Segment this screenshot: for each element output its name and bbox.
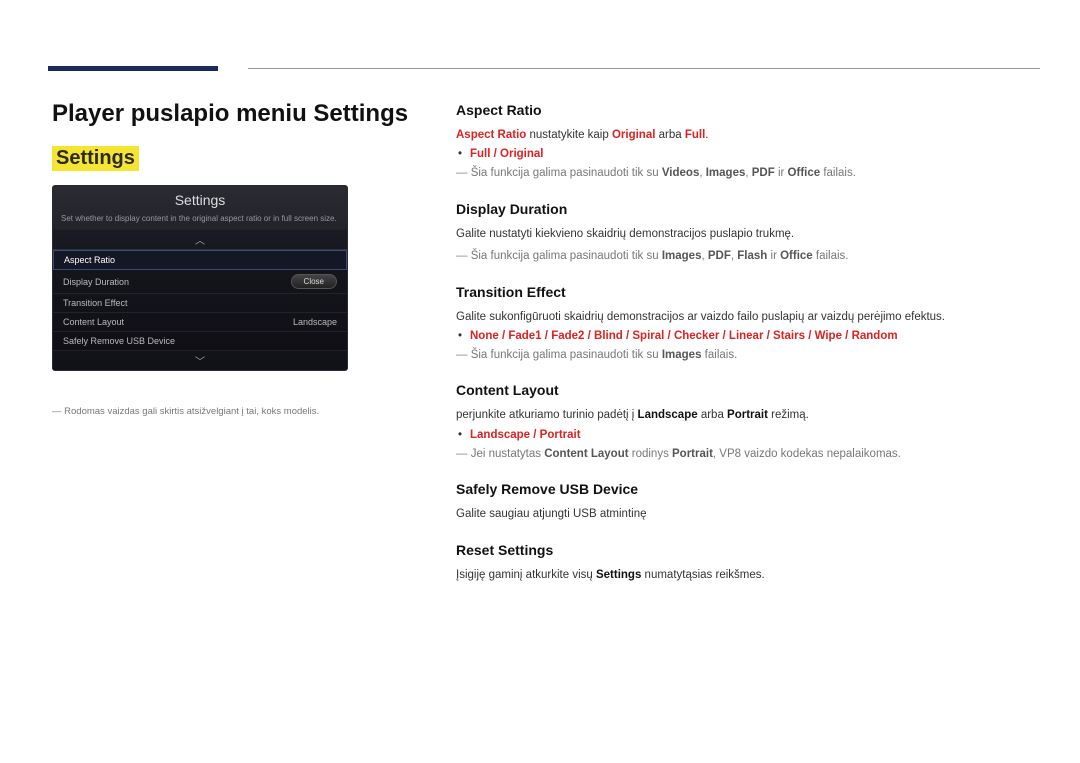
section-text: Aspect Ratio nustatykite kaip Original a…	[456, 126, 1030, 144]
header-accent-bar	[48, 66, 218, 71]
section-content-layout: Content Layout perjunkite atkuriamo turi…	[456, 382, 1030, 463]
option-bullet: Full / Original	[456, 148, 1030, 160]
menu-item-label: Display Duration	[63, 277, 129, 287]
panel-menu-list: Aspect Ratio Display Duration Close Tran…	[53, 249, 347, 351]
section-display-duration: Display Duration Galite nustatyti kiekvi…	[456, 201, 1030, 266]
header-divider-line	[248, 68, 1040, 69]
section-safely-remove: Safely Remove USB Device Galite saugiau …	[456, 481, 1030, 523]
menu-item-display-duration[interactable]: Display Duration Close	[53, 270, 347, 294]
menu-item-safely-remove[interactable]: Safely Remove USB Device	[53, 332, 347, 351]
option-bullet: None / Fade1 / Fade2 / Blind / Spiral / …	[456, 330, 1030, 342]
menu-item-value: Landscape	[293, 317, 337, 327]
section-text: Galite sukonfigūruoti skaidrių demonstra…	[456, 308, 1030, 326]
option-bullet: Landscape / Portrait	[456, 429, 1030, 441]
usage-note: Šia funkcija galima pasinaudoti tik su V…	[456, 164, 1030, 182]
section-text: Galite nustatyti kiekvieno skaidrių demo…	[456, 225, 1030, 243]
settings-panel: Settings Set whether to display content …	[52, 185, 348, 371]
section-heading: Reset Settings	[456, 542, 1030, 558]
panel-description: Set whether to display content in the or…	[53, 212, 347, 230]
menu-item-label: Transition Effect	[63, 298, 128, 308]
section-text: perjunkite atkuriamo turinio padėtį į La…	[456, 406, 1030, 424]
section-heading: Safely Remove USB Device	[456, 481, 1030, 497]
right-column: Aspect Ratio Aspect Ratio nustatykite ka…	[456, 102, 1030, 602]
section-heading: Transition Effect	[456, 284, 1030, 300]
page-title: Player puslapio meniu Settings	[52, 100, 422, 128]
section-heading: Aspect Ratio	[456, 102, 1030, 118]
section-transition-effect: Transition Effect Galite sukonfigūruoti …	[456, 284, 1030, 365]
menu-item-label: Content Layout	[63, 317, 124, 327]
usage-note: Šia funkcija galima pasinaudoti tik su I…	[456, 247, 1030, 265]
menu-item-content-layout[interactable]: Content Layout Landscape	[53, 313, 347, 332]
usage-note: Jei nustatytas Content Layout rodinys Po…	[456, 445, 1030, 463]
close-button[interactable]: Close	[291, 274, 337, 289]
section-heading: Display Duration	[456, 201, 1030, 217]
scroll-up-arrow[interactable]: ︿	[53, 230, 347, 249]
section-heading: Content Layout	[456, 382, 1030, 398]
menu-item-label: Aspect Ratio	[64, 255, 115, 265]
usage-note: Šia funkcija galima pasinaudoti tik su I…	[456, 346, 1030, 364]
left-column: Player puslapio meniu Settings Settings …	[52, 100, 422, 419]
scroll-down-arrow[interactable]: ﹀	[53, 351, 347, 370]
section-text: Įsigiję gaminį atkurkite visų Settings n…	[456, 566, 1030, 584]
menu-item-label: Safely Remove USB Device	[63, 336, 175, 346]
settings-highlight-label: Settings	[52, 146, 139, 171]
section-aspect-ratio: Aspect Ratio Aspect Ratio nustatykite ka…	[456, 102, 1030, 183]
menu-item-transition-effect[interactable]: Transition Effect	[53, 294, 347, 313]
panel-title: Settings	[53, 186, 347, 212]
section-text: Galite saugiau atjungti USB atmintinę	[456, 505, 1030, 523]
image-caption-note: Rodomas vaizdas gali skirtis atsižvelgia…	[52, 405, 422, 418]
menu-item-aspect-ratio[interactable]: Aspect Ratio	[53, 250, 347, 270]
section-reset-settings: Reset Settings Įsigiję gaminį atkurkite …	[456, 542, 1030, 584]
